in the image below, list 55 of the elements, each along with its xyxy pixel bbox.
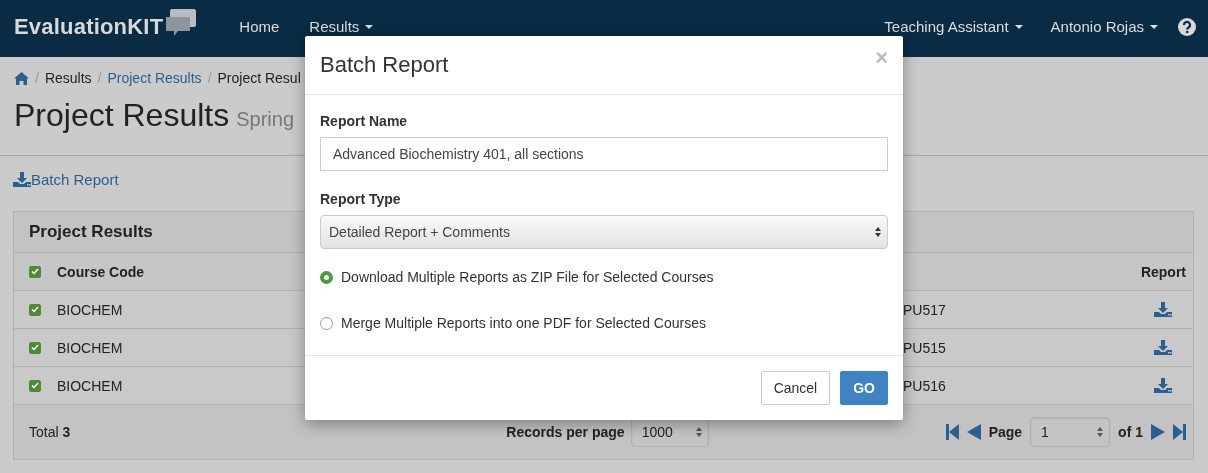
checkbox[interactable] (29, 379, 41, 392)
spinner-arrows-icon (695, 427, 702, 437)
cancel-button[interactable]: Cancel (760, 371, 831, 405)
records-label: Records per page (506, 424, 625, 440)
table-cell: BIOCHEM (57, 339, 123, 356)
go-button[interactable]: GO (840, 371, 888, 405)
field-label: Report Type (320, 191, 402, 207)
download-icon[interactable] (1154, 340, 1172, 355)
breadcrumb-separator: / (35, 70, 39, 86)
report-name-field[interactable]: Advanced Biochemistry 401, all sections (320, 137, 888, 171)
page-subtitle: Spring (236, 108, 294, 131)
nav-menu-item[interactable]: Teaching Assistant (870, 18, 1037, 35)
download-icon[interactable] (1154, 378, 1172, 393)
column-header: Course Code (57, 263, 145, 280)
dialog-title: Batch Report (320, 52, 449, 78)
last-page-icon[interactable] (1173, 424, 1186, 440)
first-page-icon[interactable] (945, 424, 959, 440)
radio-button[interactable] (320, 270, 333, 284)
column-header: Report (1140, 263, 1186, 280)
select-field[interactable]: 1 (1030, 417, 1111, 447)
download-icon (13, 172, 31, 187)
radio-label[interactable]: Download Multiple Reports as ZIP File for Selected Courses (341, 269, 714, 285)
nav-menu-item[interactable]: Results (294, 18, 389, 35)
nav-menu-item[interactable]: Antonio Rojas (1036, 18, 1172, 35)
spinner-arrows-icon (875, 227, 881, 237)
table-cell: BIOCHEM (57, 301, 123, 318)
breadcrumb-separator: / (207, 70, 212, 86)
breadcrumb-item[interactable]: Results (44, 70, 92, 86)
page-count: of 1 (1118, 424, 1143, 440)
next-page-icon[interactable] (1151, 424, 1165, 440)
nav-menu-item[interactable]: Home (224, 18, 295, 35)
checkbox[interactable] (29, 341, 41, 354)
radio-button[interactable] (320, 316, 333, 330)
field-label: Report Name (320, 113, 409, 129)
page-title: Project Results (14, 96, 230, 135)
download-icon[interactable] (1154, 302, 1172, 317)
breadcrumb-item[interactable]: Project Resul (217, 70, 301, 86)
table-cell: BIOCHEM (57, 377, 123, 394)
spinner-arrows-icon (1097, 427, 1104, 437)
checkbox[interactable] (29, 303, 41, 316)
checkbox[interactable] (29, 265, 41, 278)
table-cell: PU516 (903, 377, 946, 394)
home-icon (14, 71, 29, 85)
table-cell: PU515 (903, 339, 946, 356)
previous-page-icon[interactable] (966, 424, 981, 440)
brand-logo[interactable]: EvaluationKIT (14, 13, 164, 40)
breadcrumb-separator: / (97, 70, 102, 86)
total-count: Total 3 (29, 424, 72, 440)
batch-report-link[interactable]: Batch Report (13, 171, 119, 188)
help-icon (1178, 17, 1196, 36)
table-cell: PU517 (903, 301, 946, 318)
breadcrumb-item[interactable]: Project Results (107, 70, 202, 86)
report-type-select[interactable]: Detailed Report + Comments (320, 215, 888, 249)
page-label: Page (988, 424, 1023, 440)
radio-label[interactable]: Merge Multiple Reports into one PDF for Selected Courses (341, 315, 706, 331)
